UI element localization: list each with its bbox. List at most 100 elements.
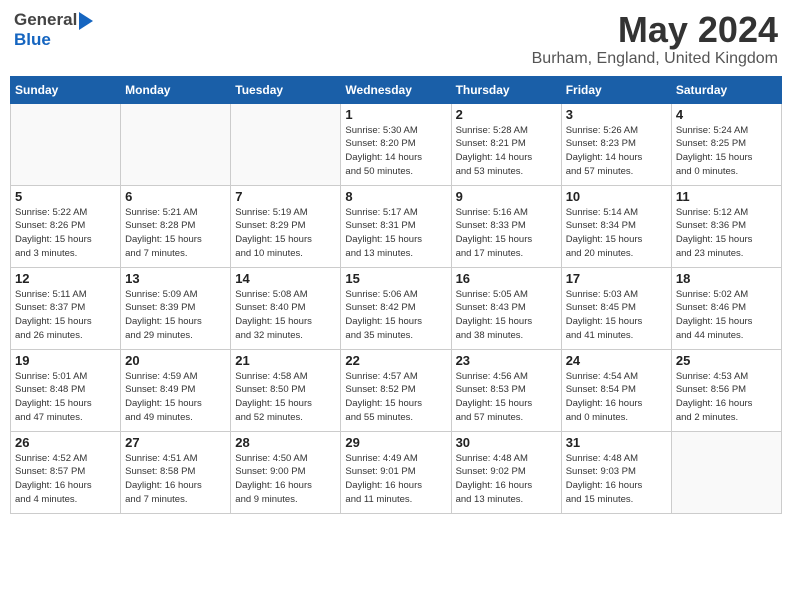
day-number: 20 bbox=[125, 353, 226, 368]
page-header: General Blue May 2024 Burham, England, U… bbox=[10, 10, 782, 68]
weekday-header-wednesday: Wednesday bbox=[341, 76, 451, 103]
day-cell-28: 28 Sunrise: 4:50 AM Sunset: 9:00 PM Dayli… bbox=[231, 431, 341, 513]
day-info: Sunrise: 4:54 AM Sunset: 8:54 PM Dayligh… bbox=[566, 370, 667, 425]
day-info: Sunrise: 5:14 AM Sunset: 8:34 PM Dayligh… bbox=[566, 206, 667, 261]
day-cell-2: 2Sunrise: 5:28 AM Sunset: 8:21 PM Daylig… bbox=[451, 103, 561, 185]
day-cell-1: 1Sunrise: 5:30 AM Sunset: 8:20 PM Daylig… bbox=[341, 103, 451, 185]
week-row-5: 26 Sunrise: 4:52 AM Sunset: 8:57 PM Dayli… bbox=[11, 431, 782, 513]
day-number: 27 bbox=[125, 435, 226, 450]
day-cell-27: 27 Sunrise: 4:51 AM Sunset: 8:58 PM Dayli… bbox=[121, 431, 231, 513]
day-number: 18 bbox=[676, 271, 777, 286]
day-cell-17: 17Sunrise: 5:03 AM Sunset: 8:45 PM Dayli… bbox=[561, 267, 671, 349]
day-number: 23 bbox=[456, 353, 557, 368]
day-info: Sunrise: 4:48 AM Sunset: 9:03 PM Dayligh… bbox=[566, 452, 667, 507]
day-number: 4 bbox=[676, 107, 777, 122]
day-cell-24: 24 Sunrise: 4:54 AM Sunset: 8:54 PM Dayli… bbox=[561, 349, 671, 431]
weekday-header-tuesday: Tuesday bbox=[231, 76, 341, 103]
empty-cell bbox=[671, 431, 781, 513]
day-cell-5: 5 Sunrise: 5:22 AM Sunset: 8:26 PM Daylig… bbox=[11, 185, 121, 267]
day-cell-20: 20Sunrise: 4:59 AM Sunset: 8:49 PM Dayli… bbox=[121, 349, 231, 431]
day-info: Sunrise: 5:17 AM Sunset: 8:31 PM Dayligh… bbox=[345, 206, 446, 261]
day-number: 30 bbox=[456, 435, 557, 450]
weekday-header-sunday: Sunday bbox=[11, 76, 121, 103]
day-cell-22: 22Sunrise: 4:57 AM Sunset: 8:52 PM Dayli… bbox=[341, 349, 451, 431]
logo-blue: Blue bbox=[14, 30, 51, 49]
empty-cell bbox=[231, 103, 341, 185]
day-number: 16 bbox=[456, 271, 557, 286]
day-number: 6 bbox=[125, 189, 226, 204]
day-cell-11: 11Sunrise: 5:12 AM Sunset: 8:36 PM Dayli… bbox=[671, 185, 781, 267]
location: Burham, England, United Kingdom bbox=[532, 50, 778, 68]
day-number: 3 bbox=[566, 107, 667, 122]
day-cell-8: 8Sunrise: 5:17 AM Sunset: 8:31 PM Daylig… bbox=[341, 185, 451, 267]
day-number: 26 bbox=[15, 435, 116, 450]
day-info: Sunrise: 5:26 AM Sunset: 8:23 PM Dayligh… bbox=[566, 124, 667, 179]
day-info: Sunrise: 4:49 AM Sunset: 9:01 PM Dayligh… bbox=[345, 452, 446, 507]
day-number: 12 bbox=[15, 271, 116, 286]
day-number: 21 bbox=[235, 353, 336, 368]
day-number: 28 bbox=[235, 435, 336, 450]
day-info: Sunrise: 5:03 AM Sunset: 8:45 PM Dayligh… bbox=[566, 288, 667, 343]
day-cell-16: 16 Sunrise: 5:05 AM Sunset: 8:43 PM Dayli… bbox=[451, 267, 561, 349]
day-number: 11 bbox=[676, 189, 777, 204]
day-info: Sunrise: 5:09 AM Sunset: 8:39 PM Dayligh… bbox=[125, 288, 226, 343]
day-number: 14 bbox=[235, 271, 336, 286]
day-info: Sunrise: 5:21 AM Sunset: 8:28 PM Dayligh… bbox=[125, 206, 226, 261]
empty-cell bbox=[11, 103, 121, 185]
day-number: 29 bbox=[345, 435, 446, 450]
day-number: 25 bbox=[676, 353, 777, 368]
day-number: 24 bbox=[566, 353, 667, 368]
weekday-header-row: SundayMondayTuesdayWednesdayThursdayFrid… bbox=[11, 76, 782, 103]
day-cell-13: 13 Sunrise: 5:09 AM Sunset: 8:39 PM Dayli… bbox=[121, 267, 231, 349]
day-info: Sunrise: 5:05 AM Sunset: 8:43 PM Dayligh… bbox=[456, 288, 557, 343]
day-cell-19: 19 Sunrise: 5:01 AM Sunset: 8:48 PM Dayli… bbox=[11, 349, 121, 431]
day-number: 31 bbox=[566, 435, 667, 450]
day-info: Sunrise: 4:51 AM Sunset: 8:58 PM Dayligh… bbox=[125, 452, 226, 507]
logo: General Blue bbox=[14, 10, 93, 50]
day-number: 5 bbox=[15, 189, 116, 204]
day-number: 19 bbox=[15, 353, 116, 368]
week-row-1: 1Sunrise: 5:30 AM Sunset: 8:20 PM Daylig… bbox=[11, 103, 782, 185]
day-info: Sunrise: 4:56 AM Sunset: 8:53 PM Dayligh… bbox=[456, 370, 557, 425]
day-number: 13 bbox=[125, 271, 226, 286]
day-number: 10 bbox=[566, 189, 667, 204]
weekday-header-saturday: Saturday bbox=[671, 76, 781, 103]
day-info: Sunrise: 4:57 AM Sunset: 8:52 PM Dayligh… bbox=[345, 370, 446, 425]
day-cell-10: 10 Sunrise: 5:14 AM Sunset: 8:34 PM Dayli… bbox=[561, 185, 671, 267]
week-row-2: 5 Sunrise: 5:22 AM Sunset: 8:26 PM Daylig… bbox=[11, 185, 782, 267]
day-number: 15 bbox=[345, 271, 446, 286]
day-info: Sunrise: 5:08 AM Sunset: 8:40 PM Dayligh… bbox=[235, 288, 336, 343]
day-cell-30: 30 Sunrise: 4:48 AM Sunset: 9:02 PM Dayli… bbox=[451, 431, 561, 513]
day-cell-14: 14 Sunrise: 5:08 AM Sunset: 8:40 PM Dayli… bbox=[231, 267, 341, 349]
day-cell-15: 15 Sunrise: 5:06 AM Sunset: 8:42 PM Dayli… bbox=[341, 267, 451, 349]
title-area: May 2024 Burham, England, United Kingdom bbox=[532, 10, 778, 68]
day-cell-7: 7 Sunrise: 5:19 AM Sunset: 8:29 PM Daylig… bbox=[231, 185, 341, 267]
day-info: Sunrise: 5:19 AM Sunset: 8:29 PM Dayligh… bbox=[235, 206, 336, 261]
day-cell-6: 6 Sunrise: 5:21 AM Sunset: 8:28 PM Daylig… bbox=[121, 185, 231, 267]
day-info: Sunrise: 4:52 AM Sunset: 8:57 PM Dayligh… bbox=[15, 452, 116, 507]
calendar-table: SundayMondayTuesdayWednesdayThursdayFrid… bbox=[10, 76, 782, 514]
day-info: Sunrise: 4:50 AM Sunset: 9:00 PM Dayligh… bbox=[235, 452, 336, 507]
weekday-header-monday: Monday bbox=[121, 76, 231, 103]
weekday-header-friday: Friday bbox=[561, 76, 671, 103]
logo-general: General bbox=[14, 10, 77, 30]
day-info: Sunrise: 5:24 AM Sunset: 8:25 PM Dayligh… bbox=[676, 124, 777, 179]
day-cell-23: 23 Sunrise: 4:56 AM Sunset: 8:53 PM Dayli… bbox=[451, 349, 561, 431]
day-number: 1 bbox=[345, 107, 446, 122]
day-info: Sunrise: 5:22 AM Sunset: 8:26 PM Dayligh… bbox=[15, 206, 116, 261]
day-info: Sunrise: 5:28 AM Sunset: 8:21 PM Dayligh… bbox=[456, 124, 557, 179]
day-cell-9: 9 Sunrise: 5:16 AM Sunset: 8:33 PM Daylig… bbox=[451, 185, 561, 267]
day-info: Sunrise: 5:02 AM Sunset: 8:46 PM Dayligh… bbox=[676, 288, 777, 343]
day-cell-25: 25 Sunrise: 4:53 AM Sunset: 8:56 PM Dayli… bbox=[671, 349, 781, 431]
day-cell-26: 26 Sunrise: 4:52 AM Sunset: 8:57 PM Dayli… bbox=[11, 431, 121, 513]
day-info: Sunrise: 4:48 AM Sunset: 9:02 PM Dayligh… bbox=[456, 452, 557, 507]
day-info: Sunrise: 5:06 AM Sunset: 8:42 PM Dayligh… bbox=[345, 288, 446, 343]
day-info: Sunrise: 5:16 AM Sunset: 8:33 PM Dayligh… bbox=[456, 206, 557, 261]
day-info: Sunrise: 5:01 AM Sunset: 8:48 PM Dayligh… bbox=[15, 370, 116, 425]
day-info: Sunrise: 4:53 AM Sunset: 8:56 PM Dayligh… bbox=[676, 370, 777, 425]
day-cell-21: 21 Sunrise: 4:58 AM Sunset: 8:50 PM Dayli… bbox=[231, 349, 341, 431]
day-cell-31: 31 Sunrise: 4:48 AM Sunset: 9:03 PM Dayli… bbox=[561, 431, 671, 513]
day-info: Sunrise: 4:58 AM Sunset: 8:50 PM Dayligh… bbox=[235, 370, 336, 425]
day-number: 9 bbox=[456, 189, 557, 204]
day-number: 7 bbox=[235, 189, 336, 204]
